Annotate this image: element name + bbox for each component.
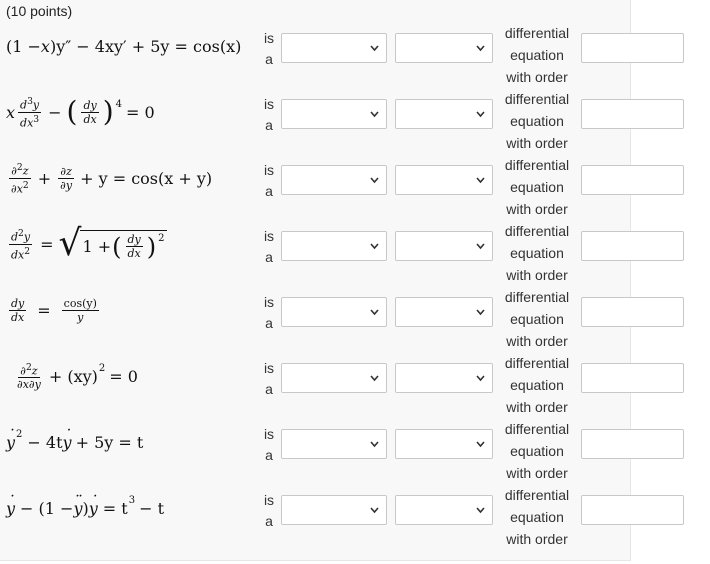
chevron-down-icon [476,45,485,52]
is-a-label: is a [263,30,275,67]
equation-row-4: d2y dx2 = √ 1 +(dy dx) 2 is a differential equ… [0,220,684,286]
equation-3: ∂2z ∂x2 + ∂z ∂y + y = cos(x + y) [9,161,213,196]
equation-8: y − (1 − y) y = t3 − t [6,488,164,528]
chevron-down-icon [370,111,379,118]
chevron-down-icon [476,507,485,514]
linearity-select-8[interactable] [395,495,493,525]
chevron-down-icon [370,507,379,514]
eq1-rest: )y″ − 4xy′ + 5y = cos(x) [49,36,242,56]
equation-2: x d3y dx3 − (dy dx) 4 = 0 [6,95,155,130]
equation-row-3: ∂2z ∂x2 + ∂z ∂y + y = cos(x + y) is a diffe… [0,154,684,220]
equation-row-5: dy dx = cos(y) y is a differential equation w… [0,286,684,352]
equation-row-2: x d3y dx3 − (dy dx) 4 = 0 is a differential e… [0,88,684,154]
type-select-5[interactable] [281,297,387,327]
type-select-4[interactable] [281,231,387,261]
chevron-down-icon [370,441,379,448]
order-input-8[interactable] [581,495,684,525]
type-select-8[interactable] [281,495,387,525]
order-input-2[interactable] [581,99,684,129]
chevron-down-icon [476,309,485,316]
linearity-select-3[interactable] [395,165,493,195]
differential-equation-label: differential equation with order [504,421,570,481]
chevron-down-icon [370,177,379,184]
differential-equation-label: differential equation with order [504,487,570,547]
order-input-4[interactable] [581,231,684,261]
linearity-select-6[interactable] [395,363,493,393]
differential-equation-label: differential equation with order [504,157,570,217]
equation-1: (1 − x)y″ − 4xy′ + 5y = cos(x) [6,36,242,56]
differential-equation-label: differential equation with order [504,223,570,283]
chevron-down-icon [476,111,485,118]
equation-row-7: y2 − 4ty + 5y = t isa differentialequati… [0,418,684,484]
differential-equation-label: differential equation with order [504,25,570,85]
order-input-3[interactable] [581,165,684,195]
differential-equation-label: differential equation with order [504,355,570,415]
is-a-label: is a [263,360,275,397]
is-a-label: is a [263,294,275,331]
equation-row-8: y − (1 − y) y = t3 − t isa differentiale… [0,484,684,550]
chevron-down-icon [370,45,379,52]
chevron-down-icon [370,309,379,316]
order-input-6[interactable] [581,363,684,393]
equation-4: d2y dx2 = √ 1 +(dy dx) 2 [9,223,167,264]
is-a-label: is a [263,96,275,133]
chevron-down-icon [476,243,485,250]
type-select-1[interactable] [281,33,387,63]
type-select-7[interactable] [281,429,387,459]
type-select-2[interactable] [281,99,387,129]
equation-7: y2 − 4ty + 5y = t [6,422,143,462]
chevron-down-icon [476,177,485,184]
chevron-down-icon [476,441,485,448]
linearity-select-7[interactable] [395,429,493,459]
equation-6: ∂2z ∂x∂y + (xy) 2 = 0 [17,361,138,392]
equation-5: dy dx = cos(y) y [9,296,99,324]
linearity-select-2[interactable] [395,99,493,129]
eq1-lead: (1 − [6,36,41,56]
linearity-select-4[interactable] [395,231,493,261]
type-select-3[interactable] [281,165,387,195]
equation-row-6: ∂2z ∂x∂y + (xy) 2 = 0 is a differential equa… [0,352,684,418]
differential-equation-label: differential equation with order [504,91,570,151]
order-input-7[interactable] [581,429,684,459]
order-input-5[interactable] [581,297,684,327]
is-a-label: is a [263,228,275,265]
is-a-label: is a [263,162,275,199]
equation-row-1: (1 − x)y″ − 4xy′ + 5y = cos(x) is a diffe… [0,22,684,88]
chevron-down-icon [476,375,485,382]
order-input-1[interactable] [581,33,684,63]
chevron-down-icon [370,375,379,382]
is-a-label: is a [263,426,275,463]
linearity-select-1[interactable] [395,33,493,63]
type-select-6[interactable] [281,363,387,393]
differential-equation-label: differential equation with order [504,289,570,349]
is-a-label: is a [263,492,275,529]
points-label: (10 points) [6,3,73,19]
chevron-down-icon [370,243,379,250]
linearity-select-5[interactable] [395,297,493,327]
